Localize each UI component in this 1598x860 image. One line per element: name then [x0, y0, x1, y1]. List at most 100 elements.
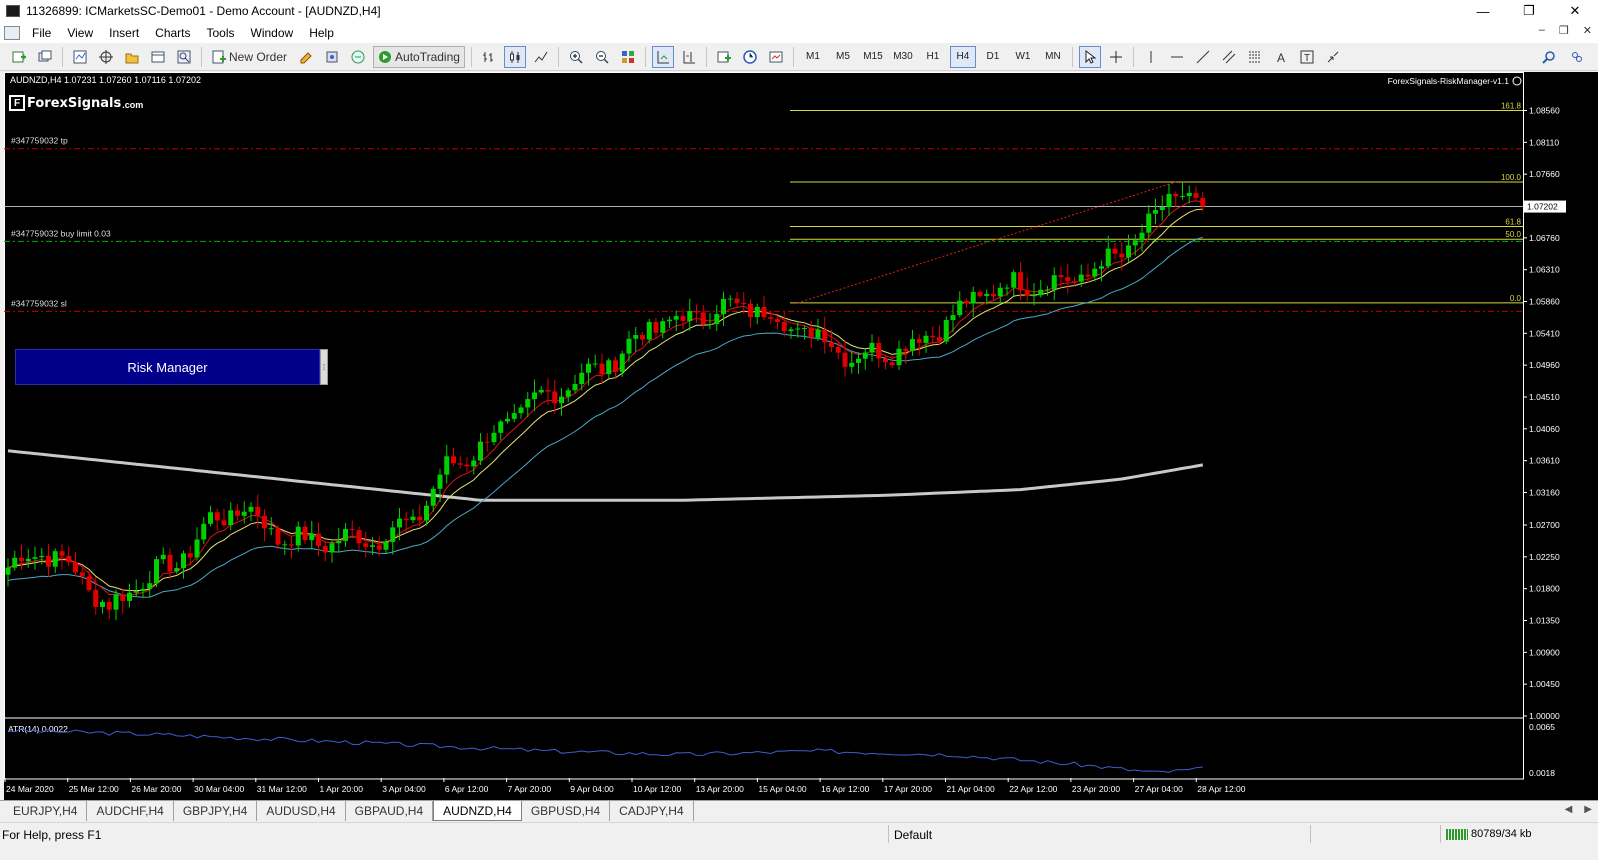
autotrading-button[interactable]: AutoTrading	[373, 45, 465, 68]
chart-shift-icon[interactable]	[678, 46, 700, 68]
document-icon[interactable]	[4, 25, 20, 40]
timeframe-d1[interactable]: D1	[980, 46, 1006, 68]
tab-gbpaud[interactable]: GBPAUD,H4	[346, 801, 434, 821]
menu-help[interactable]: Help	[301, 26, 342, 40]
candle-body	[120, 594, 126, 601]
candle-body	[667, 319, 672, 322]
price-axis-label: 1.02250	[1529, 552, 1560, 562]
text-tool-icon[interactable]: A	[1270, 46, 1292, 68]
chart-window[interactable]: 1.08560 1.08110 1.07660 1.06760 1.06310 1.058…	[4, 72, 1598, 800]
tile-windows-icon[interactable]	[617, 46, 639, 68]
text-label-icon[interactable]: T	[1296, 46, 1318, 68]
mdi-minimize-button[interactable]: –	[1539, 24, 1545, 37]
timeframe-w1[interactable]: W1	[1010, 46, 1036, 68]
menu-tools[interactable]: Tools	[199, 26, 243, 40]
price-axis-label: 1.04960	[1529, 360, 1560, 370]
moving-average-mid	[7, 208, 1203, 592]
timeframe-mn[interactable]: MN	[1040, 46, 1066, 68]
arrows-icon[interactable]	[1322, 46, 1344, 68]
bar-chart-icon[interactable]	[478, 46, 500, 68]
market-watch-icon[interactable]	[69, 46, 91, 68]
menu-file[interactable]: File	[24, 26, 59, 40]
periods-icon[interactable]	[739, 46, 761, 68]
timeframe-m15[interactable]: M15	[860, 46, 886, 68]
equidistant-channel-icon[interactable]	[1218, 46, 1240, 68]
auto-scroll-icon[interactable]	[651, 45, 674, 68]
tab-eurjpy[interactable]: EURJPY,H4	[4, 801, 88, 821]
timeframe-m5[interactable]: M5	[830, 46, 856, 68]
signals-icon[interactable]	[321, 46, 343, 68]
timeframe-m1[interactable]: M1	[800, 46, 826, 68]
templates-icon[interactable]	[765, 46, 787, 68]
fibonacci-icon[interactable]	[1244, 46, 1266, 68]
terminal-icon[interactable]	[147, 46, 169, 68]
candle-body	[741, 303, 747, 305]
zoom-out-icon[interactable]	[591, 46, 613, 68]
candle-body	[694, 311, 699, 313]
candle-body	[1031, 295, 1037, 297]
candle-body	[525, 399, 531, 408]
candle-body	[457, 463, 463, 465]
menu-view[interactable]: View	[59, 26, 101, 40]
toolbar-separator	[705, 46, 707, 67]
new-order-button[interactable]: New Order	[208, 46, 291, 68]
crosshair-tool-icon[interactable]	[1105, 46, 1127, 68]
menu-charts[interactable]: Charts	[147, 26, 198, 40]
profiles-icon[interactable]	[34, 46, 56, 68]
title-bar: 11326899: ICMarketsSC-Demo01 - Demo Acco…	[0, 0, 1598, 22]
new-order-icon	[212, 50, 226, 63]
timeframe-h4[interactable]: H4	[949, 45, 976, 68]
tab-cadjpy[interactable]: CADJPY,H4	[610, 801, 694, 821]
time-axis-label: 22 Apr 12:00	[1009, 784, 1057, 794]
risk-manager-collapse-handle[interactable]: ⁞	[320, 349, 328, 385]
mdi-close-button[interactable]: ✕	[1583, 24, 1592, 37]
horizontal-line-icon[interactable]	[1166, 46, 1188, 68]
community-icon[interactable]	[1566, 46, 1588, 68]
candle-body	[201, 523, 207, 540]
menu-window[interactable]: Window	[243, 26, 302, 40]
crosshair-icon[interactable]	[95, 46, 117, 68]
menu-insert[interactable]: Insert	[101, 26, 147, 40]
strategy-tester-icon[interactable]	[173, 46, 195, 68]
status-bar: For Help, press F1 Default 80789/34 kb	[0, 822, 1598, 860]
market-icon[interactable]	[347, 46, 369, 68]
search-icon[interactable]	[1538, 46, 1560, 68]
price-chart[interactable]: 1.08560 1.08110 1.07660 1.06760 1.06310 1.058…	[4, 72, 1598, 800]
close-button[interactable]: ✕	[1552, 0, 1598, 22]
candle-body	[896, 348, 902, 366]
candle-body	[147, 583, 153, 589]
candle-body	[1051, 275, 1057, 290]
candle-body	[1153, 210, 1158, 214]
indicators-icon[interactable]	[713, 46, 735, 68]
candle-body	[100, 601, 105, 607]
tab-scroll-left-icon[interactable]: ◀	[1565, 804, 1573, 815]
time-axis-label: 1 Apr 20:00	[320, 784, 364, 794]
cursor-icon[interactable]	[1078, 45, 1101, 68]
tab-gbpjpy[interactable]: GBPJPY,H4	[174, 801, 258, 821]
line-chart-icon[interactable]	[530, 46, 552, 68]
autotrading-label: AutoTrading	[395, 49, 460, 64]
vertical-line-icon[interactable]	[1140, 46, 1162, 68]
trendline-icon[interactable]	[1192, 46, 1214, 68]
timeframe-m30[interactable]: M30	[890, 46, 916, 68]
timeframe-h1[interactable]: H1	[920, 46, 946, 68]
tab-audchf[interactable]: AUDCHF,H4	[87, 801, 174, 821]
tab-audusd[interactable]: AUDUSD,H4	[257, 801, 346, 821]
toolbar-separator	[792, 46, 794, 67]
candlestick-chart-icon[interactable]	[503, 45, 526, 68]
current-price-label: 1.07202	[1527, 202, 1558, 212]
tab-scroll-right-icon[interactable]: ▶	[1584, 804, 1592, 815]
mdi-restore-button[interactable]: ❐	[1559, 24, 1569, 37]
candle-body	[1146, 213, 1152, 233]
metaeditor-icon[interactable]	[295, 46, 317, 68]
price-axis-label: 1.06760	[1529, 233, 1560, 243]
tab-audnzd[interactable]: AUDNZD,H4	[433, 801, 522, 821]
new-chart-icon[interactable]	[8, 46, 30, 68]
navigator-icon[interactable]	[121, 46, 143, 68]
tab-gbpusd[interactable]: GBPUSD,H4	[522, 801, 611, 821]
price-axis-label: 1.08110	[1529, 137, 1559, 147]
minimize-button[interactable]: —	[1460, 0, 1506, 22]
zoom-in-icon[interactable]	[565, 46, 587, 68]
risk-manager-button[interactable]: Risk Manager	[15, 349, 320, 385]
restore-button[interactable]: ❐	[1506, 0, 1552, 22]
